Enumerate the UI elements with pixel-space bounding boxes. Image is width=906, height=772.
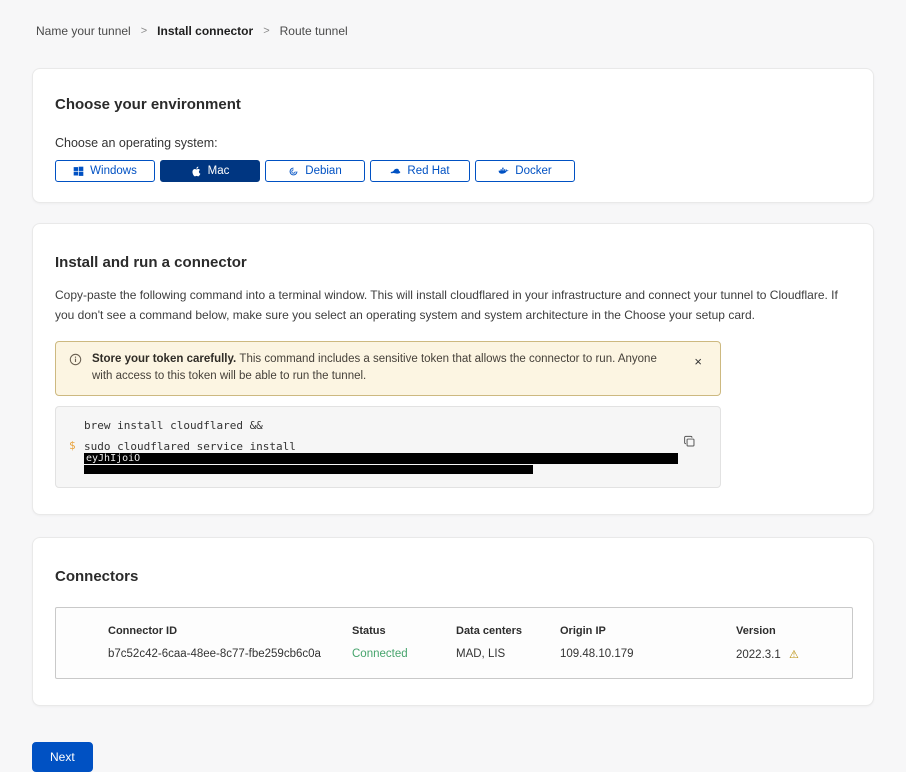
environment-card-title: Choose your environment <box>55 96 851 113</box>
header-origin-ip: Origin IP <box>560 625 736 637</box>
code-line-brew-install: brew install cloudflared && <box>84 419 680 432</box>
breadcrumb-install-connector[interactable]: Install connector <box>157 24 253 38</box>
breadcrumb-name-your-tunnel[interactable]: Name your tunnel <box>36 24 131 38</box>
apple-icon <box>191 166 202 177</box>
os-button-row: Windows Mac Debian Red Hat Docker <box>55 160 851 182</box>
docker-icon <box>498 166 509 177</box>
header-data-centers: Data centers <box>456 625 560 637</box>
install-description: Copy-paste the following command into a … <box>55 286 849 326</box>
breadcrumb-separator: > <box>141 25 147 37</box>
os-button-redhat[interactable]: Red Hat <box>370 160 470 182</box>
cell-status: Connected <box>352 648 456 661</box>
token-warning-title: Store your token carefully. <box>92 353 239 365</box>
os-button-label: Windows <box>90 165 137 177</box>
table-row: b7c52c42-6caa-48ee-8c77-fbe259cb6c0a Con… <box>56 642 852 678</box>
os-select-label: Choose an operating system: <box>55 136 851 150</box>
os-button-label: Red Hat <box>407 165 449 177</box>
os-button-docker[interactable]: Docker <box>475 160 575 182</box>
os-button-label: Debian <box>305 165 341 177</box>
connectors-card-title: Connectors <box>55 568 851 585</box>
os-button-label: Mac <box>208 165 230 177</box>
os-button-windows[interactable]: Windows <box>55 160 155 182</box>
breadcrumb: Name your tunnel > Install connector > R… <box>0 0 906 38</box>
info-icon <box>69 353 82 366</box>
code-line-service-install: sudo cloudflared service install <box>84 440 680 453</box>
breadcrumb-separator: > <box>263 25 269 37</box>
redacted-token-line: eyJhIjoiO <box>84 453 678 464</box>
close-icon[interactable]: × <box>692 355 704 368</box>
install-connector-card: Install and run a connector Copy-paste t… <box>32 223 874 515</box>
cell-connector-id: b7c52c42-6caa-48ee-8c77-fbe259cb6c0a <box>108 648 352 661</box>
version-warning-icon: ⚠ <box>789 649 799 661</box>
redacted-token-bar <box>84 465 533 474</box>
cell-data-centers: MAD, LIS <box>456 648 560 661</box>
debian-icon <box>288 166 299 177</box>
token-warning-banner: Store your token carefully. This command… <box>55 341 721 397</box>
cell-version: 2022.3.1 ⚠ <box>736 648 840 661</box>
copy-icon[interactable] <box>681 433 698 450</box>
header-version: Version <box>736 625 840 637</box>
os-button-debian[interactable]: Debian <box>265 160 365 182</box>
redhat-icon <box>390 166 401 177</box>
os-button-mac[interactable]: Mac <box>160 160 260 182</box>
version-value: 2022.3.1 <box>736 649 781 661</box>
breadcrumb-route-tunnel[interactable]: Route tunnel <box>280 24 348 38</box>
header-status: Status <box>352 625 456 637</box>
os-button-label: Docker <box>515 165 551 177</box>
install-card-title: Install and run a connector <box>55 254 851 271</box>
header-connector-id: Connector ID <box>108 625 352 637</box>
shell-prompt: $ <box>69 439 76 452</box>
connectors-card: Connectors Connector ID Status Data cent… <box>32 537 874 706</box>
token-warning-text: Store your token carefully. This command… <box>92 351 676 387</box>
choose-environment-card: Choose your environment Choose an operat… <box>32 68 874 203</box>
cell-origin-ip: 109.48.10.179 <box>560 648 736 661</box>
next-button[interactable]: Next <box>32 742 93 772</box>
connectors-table: Connector ID Status Data centers Origin … <box>55 607 853 679</box>
install-command-code-block: $ brew install cloudflared && sudo cloud… <box>55 406 721 488</box>
windows-icon <box>73 166 84 177</box>
connectors-table-header: Connector ID Status Data centers Origin … <box>56 608 852 642</box>
